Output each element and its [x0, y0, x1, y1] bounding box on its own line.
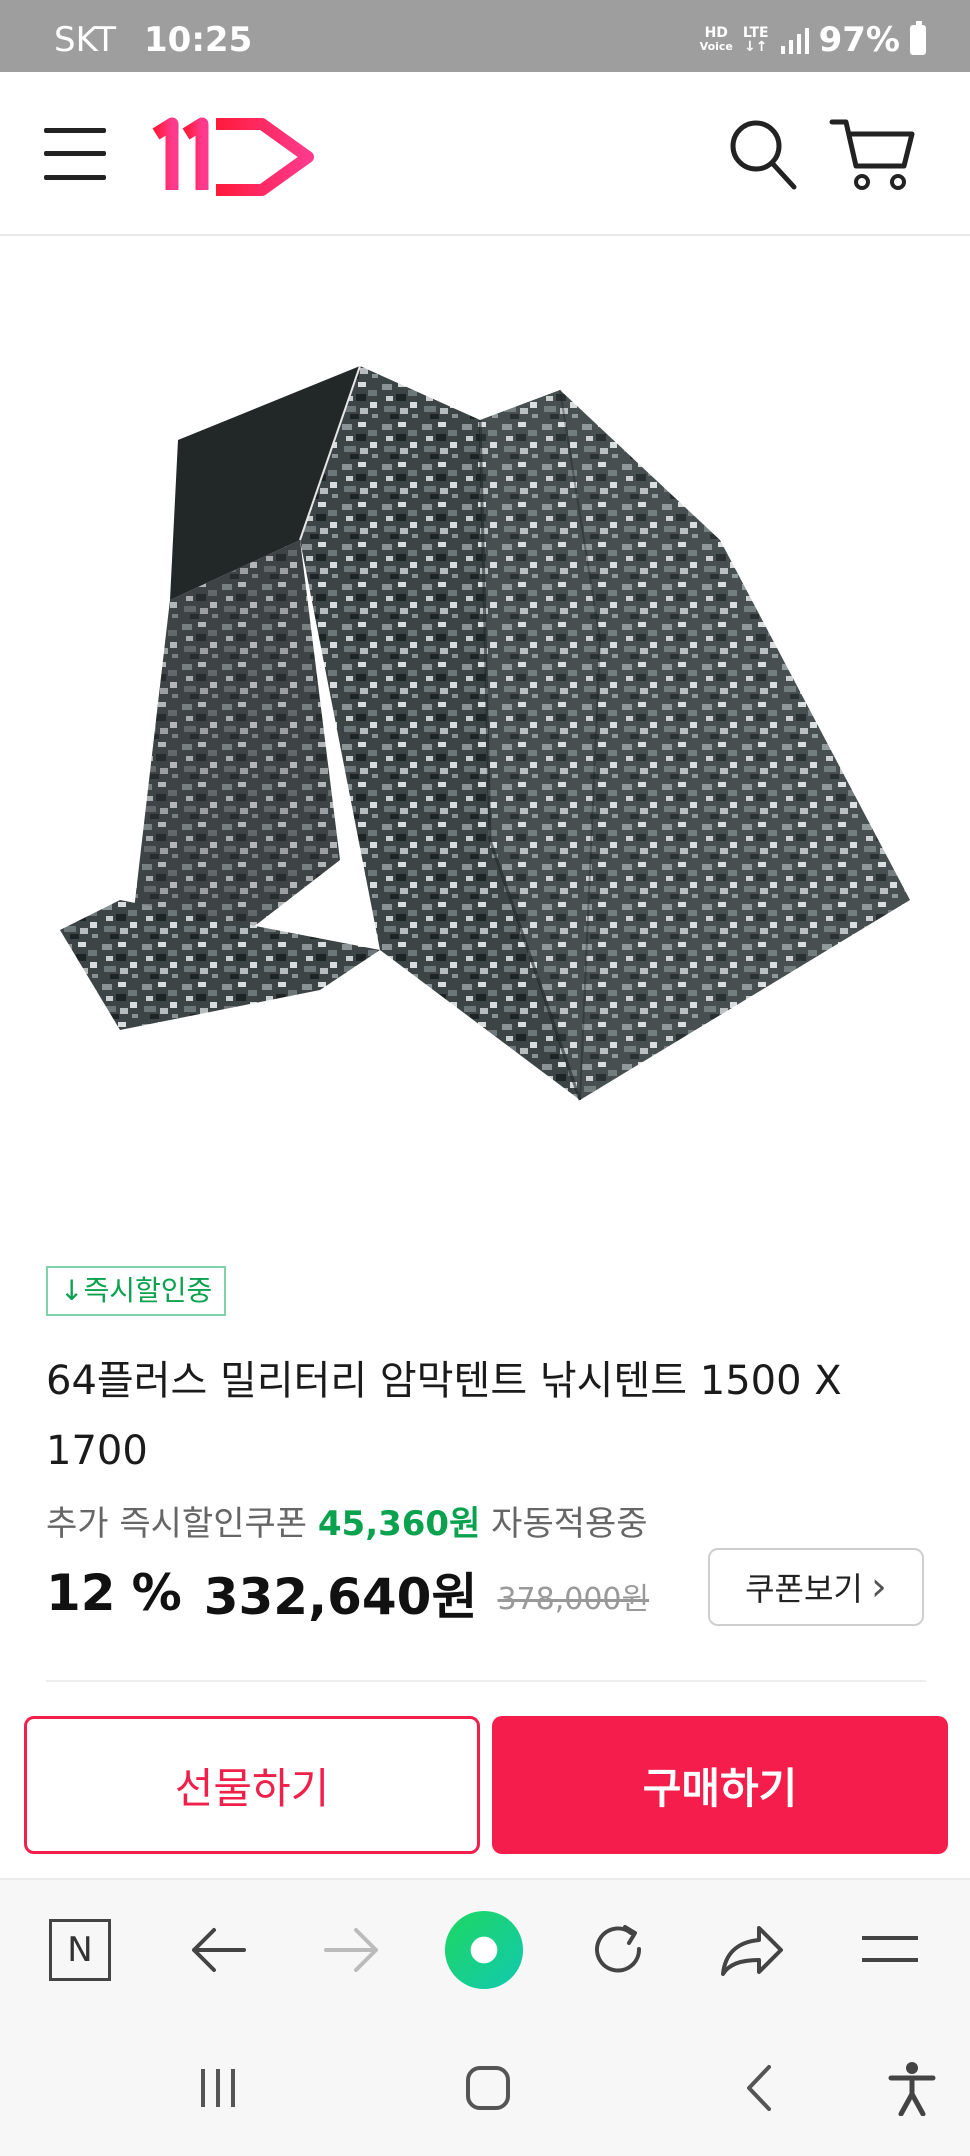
green-dot-icon[interactable] — [444, 1910, 524, 1990]
naver-home-label: N — [49, 1919, 111, 1981]
section-divider — [46, 1680, 926, 1682]
view-coupons-button[interactable]: 쿠폰보기 › — [708, 1548, 924, 1626]
sale-price: 332,640원 — [203, 1568, 478, 1626]
instant-discount-badge: ↓즉시할인중 — [46, 1266, 227, 1316]
view-coupons-label: 쿠폰보기 — [745, 1570, 863, 1608]
lte-label: LTE — [742, 25, 769, 41]
product-image[interactable] — [60, 340, 920, 1130]
battery-icon — [910, 21, 926, 55]
lte-icon: LTE ↓↑ — [742, 25, 769, 55]
status-icons: HD Voice LTE ↓↑ 97% — [700, 20, 926, 60]
clock-time: 10:25 — [144, 20, 253, 60]
carrier-name: SKT — [54, 20, 117, 60]
coupon-amount: 45,360원 — [317, 1504, 481, 1544]
coupon-suffix: 자동적용중 — [491, 1504, 648, 1544]
hamburger-menu-icon[interactable] — [44, 124, 106, 184]
refresh-icon[interactable] — [578, 1910, 658, 1990]
coupon-info: 추가 즉시할인쿠폰 45,360원 자동적용중 — [46, 1496, 648, 1545]
accessibility-icon[interactable] — [872, 2048, 952, 2128]
naver-home-icon[interactable]: N — [40, 1910, 120, 1990]
system-nav-bar — [0, 2018, 970, 2156]
hd-voice-icon: HD Voice — [700, 26, 733, 54]
gift-button[interactable]: 선물하기 — [24, 1716, 480, 1854]
discount-rate: 12 — [46, 1564, 116, 1622]
battery-percent: 97% — [818, 20, 900, 60]
buy-button[interactable]: 구매하기 — [492, 1716, 948, 1854]
back-icon[interactable] — [720, 2048, 800, 2128]
share-icon[interactable] — [712, 1910, 792, 1990]
coupon-prefix: 추가 즉시할인쿠폰 — [46, 1504, 308, 1544]
discount-rate-unit: % — [131, 1564, 182, 1622]
site-header — [0, 72, 970, 236]
browser-toolbar: N — [0, 1878, 970, 2018]
hd-voice-sublabel: Voice — [699, 40, 733, 53]
original-price: 378,000원 — [497, 1582, 650, 1617]
menu-icon[interactable] — [850, 1910, 930, 1990]
home-icon[interactable] — [448, 2048, 528, 2128]
price-row: 12 % 332,640원 378,000원 — [46, 1558, 649, 1628]
back-arrow-icon[interactable] — [178, 1910, 258, 1990]
recent-apps-icon[interactable] — [178, 2048, 258, 2128]
chevron-right-icon: › — [870, 1564, 887, 1610]
status-bar: SKT 10:25 HD Voice LTE ↓↑ 97% — [0, 0, 970, 72]
forward-arrow-icon[interactable] — [312, 1910, 392, 1990]
product-title: 64플러스 밀리터리 암막텐트 낚시텐트 1500 X 1700 — [46, 1358, 842, 1474]
search-icon[interactable] — [726, 116, 798, 192]
signal-icon — [780, 28, 809, 54]
hd-voice-label: HD — [704, 25, 728, 41]
cart-icon[interactable] — [828, 114, 918, 194]
eleven-street-logo[interactable] — [150, 112, 320, 202]
